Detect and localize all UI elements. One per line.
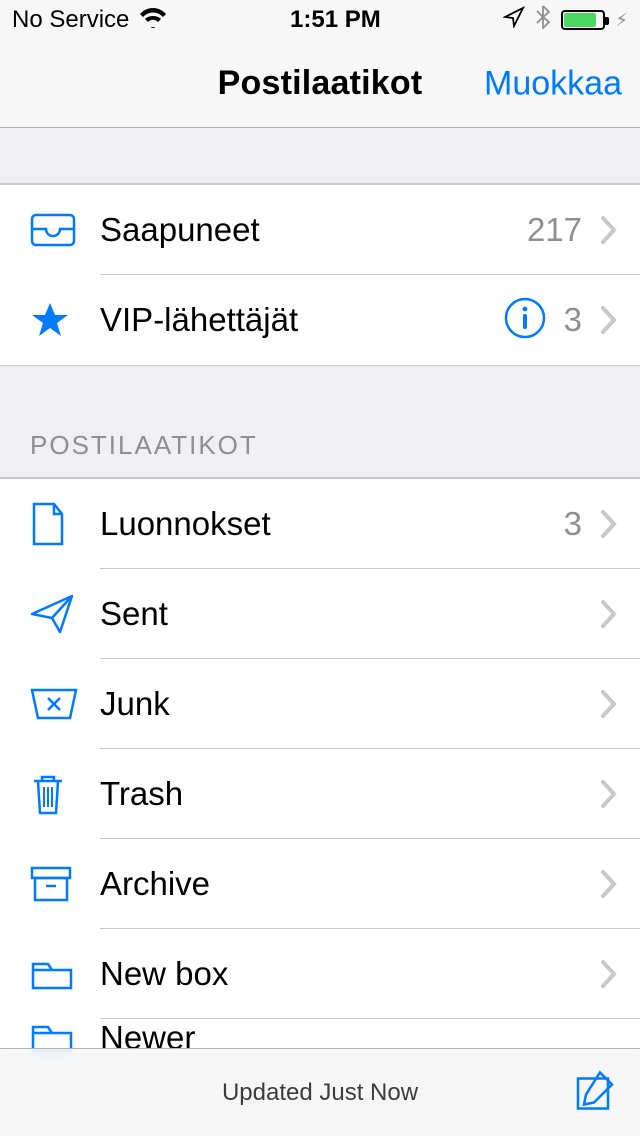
bluetooth-icon xyxy=(535,5,551,36)
mailbox-row-archive[interactable]: Archive xyxy=(0,839,640,929)
mailbox-row-trash[interactable]: Trash xyxy=(0,749,640,839)
mailbox-count: 217 xyxy=(527,211,582,249)
chevron-right-icon xyxy=(600,869,618,899)
mailbox-row-inbox[interactable]: Saapuneet 217 xyxy=(0,185,640,275)
charging-icon: ⚡︎ xyxy=(615,10,628,31)
mailbox-row-drafts[interactable]: Luonnokset 3 xyxy=(0,479,640,569)
section-gap xyxy=(0,128,640,184)
mailbox-label: Trash xyxy=(100,775,600,813)
mailboxes-group: Luonnokset 3 Sent xyxy=(0,478,640,1056)
trash-icon xyxy=(30,771,100,817)
chevron-right-icon xyxy=(600,959,618,989)
location-icon xyxy=(503,6,525,35)
status-left: No Service xyxy=(12,6,167,35)
mailbox-label: Saapuneet xyxy=(100,211,527,249)
nav-bar: Postilaatikot Muokkaa xyxy=(0,40,640,128)
mailbox-count: 3 xyxy=(564,301,582,339)
wifi-icon xyxy=(139,6,167,35)
star-icon xyxy=(30,300,100,340)
chevron-right-icon xyxy=(600,779,618,809)
document-icon xyxy=(30,502,100,546)
status-bar: No Service 1:51 PM ⚡︎ xyxy=(0,0,640,40)
mailbox-count: 3 xyxy=(564,505,582,543)
mailbox-row-junk[interactable]: Junk xyxy=(0,659,640,749)
page-title: Postilaatikot xyxy=(218,64,423,103)
paperplane-icon xyxy=(30,592,100,636)
toolbar-status: Updated Just Now xyxy=(222,1079,418,1107)
mailbox-label: Sent xyxy=(100,595,600,633)
mailbox-label: Junk xyxy=(100,685,600,723)
status-time: 1:51 PM xyxy=(290,6,381,34)
mailbox-label: Archive xyxy=(100,865,600,903)
chevron-right-icon xyxy=(600,215,618,245)
chevron-right-icon xyxy=(600,689,618,719)
folder-icon xyxy=(30,956,100,992)
mailbox-label: VIP-lähettäjät xyxy=(100,301,504,339)
mailbox-row-newbox[interactable]: New box xyxy=(0,929,640,1019)
info-icon[interactable] xyxy=(504,297,546,344)
compose-button[interactable] xyxy=(572,1068,616,1117)
edit-button[interactable]: Muokkaa xyxy=(484,64,622,103)
carrier-text: No Service xyxy=(12,6,129,34)
mailbox-row-sent[interactable]: Sent xyxy=(0,569,640,659)
status-right: ⚡︎ xyxy=(503,5,628,36)
section-header-mailboxes: POSTILAATIKOT xyxy=(0,366,640,478)
chevron-right-icon xyxy=(600,305,618,335)
mailbox-list[interactable]: Saapuneet 217 VIP-lähettäjät 3 xyxy=(0,128,640,1136)
inbox-icon xyxy=(30,213,100,247)
mailbox-row-vip[interactable]: VIP-lähettäjät 3 xyxy=(0,275,640,365)
junk-icon xyxy=(30,686,100,722)
toolbar: Updated Just Now xyxy=(0,1048,640,1136)
mailbox-label: Luonnokset xyxy=(100,505,564,543)
chevron-right-icon xyxy=(600,599,618,629)
archive-icon xyxy=(30,864,100,904)
favorites-group: Saapuneet 217 VIP-lähettäjät 3 xyxy=(0,184,640,366)
chevron-right-icon xyxy=(600,509,618,539)
battery-icon xyxy=(561,10,605,30)
mailbox-label: New box xyxy=(100,955,600,993)
